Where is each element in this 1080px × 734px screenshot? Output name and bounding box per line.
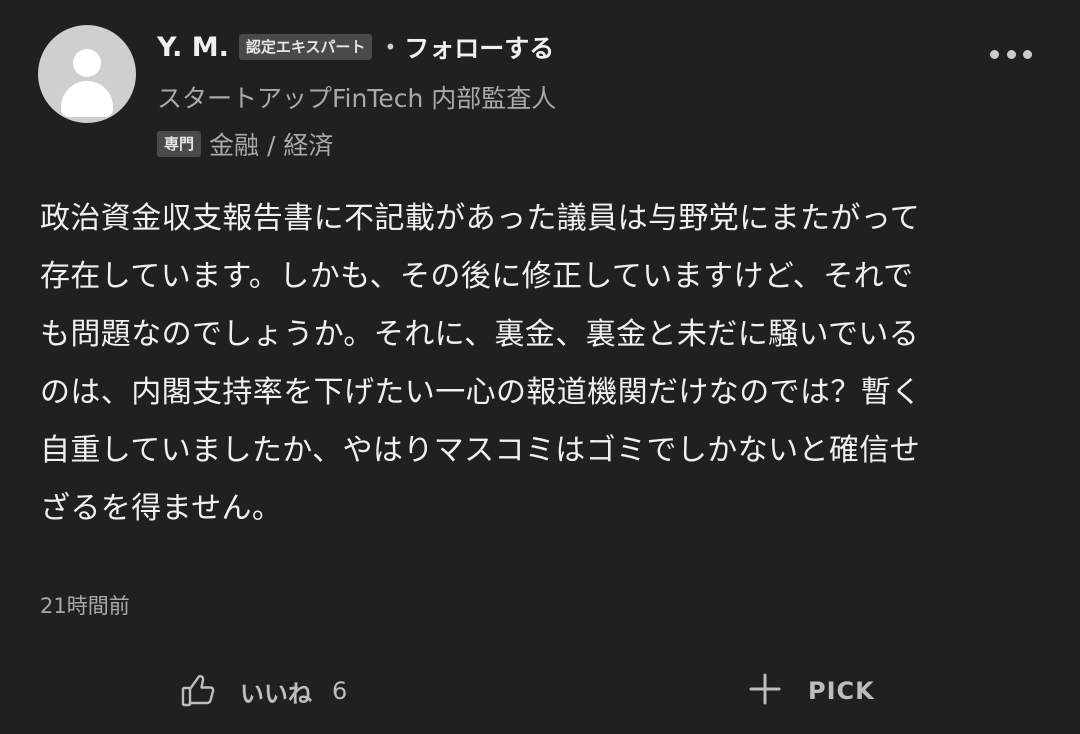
- field-text: 金融 / 経済: [209, 131, 334, 160]
- follow-button[interactable]: フォローする: [404, 29, 554, 65]
- plus-icon: [748, 672, 782, 710]
- pick-button[interactable]: PICK: [748, 668, 875, 714]
- comment-line: 存在しています。しかも、その後に修正していますけど、それで: [40, 259, 914, 294]
- separator-dot: •: [384, 35, 397, 59]
- comment-line: ざるを得ません。: [40, 491, 283, 526]
- comment-line: のは、内閣支持率を下げたい一心の報道機関だけなのでは？暫く: [40, 375, 922, 410]
- author-title: スタートアップFinTech 内部監査人: [157, 84, 557, 113]
- author-name[interactable]: Y. M.: [157, 32, 229, 63]
- pick-label: PICK: [808, 677, 875, 705]
- author-header: Y. M. 認定エキスパート • フォローする: [157, 28, 554, 66]
- author-avatar[interactable]: [38, 25, 136, 123]
- like-count: 6: [332, 677, 348, 705]
- comment-timestamp: 21時間前: [40, 594, 130, 618]
- like-label: いいね: [240, 679, 312, 708]
- comment-line: も問題なのでしょうか。それに、裏金、裏金と未だに騒いでいる: [40, 317, 920, 352]
- more-options-icon[interactable]: [990, 44, 1032, 64]
- comment-body: 政治資金収支報告書に不記載があった議員は与野党にまたがって 存在しています。しか…: [40, 190, 1030, 538]
- comment-line: 政治資金収支報告書に不記載があった議員は与野党にまたがって: [40, 201, 921, 236]
- thumbs-up-icon: [180, 673, 216, 709]
- field-tag: 専門: [157, 131, 202, 157]
- avatar-head-shape: [73, 49, 101, 77]
- more-dot: [1006, 49, 1016, 59]
- more-dot: [1023, 49, 1032, 59]
- more-dot: [990, 49, 999, 59]
- author-field: 専門 金融 / 経済: [157, 127, 333, 161]
- expert-badge: 認定エキスパート: [238, 34, 373, 60]
- avatar-body-shape: [61, 81, 113, 117]
- comment-line: 自重していましたか、やはりマスコミはゴミでしかないと確信せ: [40, 433, 921, 468]
- like-button[interactable]: いいね 6: [180, 668, 347, 714]
